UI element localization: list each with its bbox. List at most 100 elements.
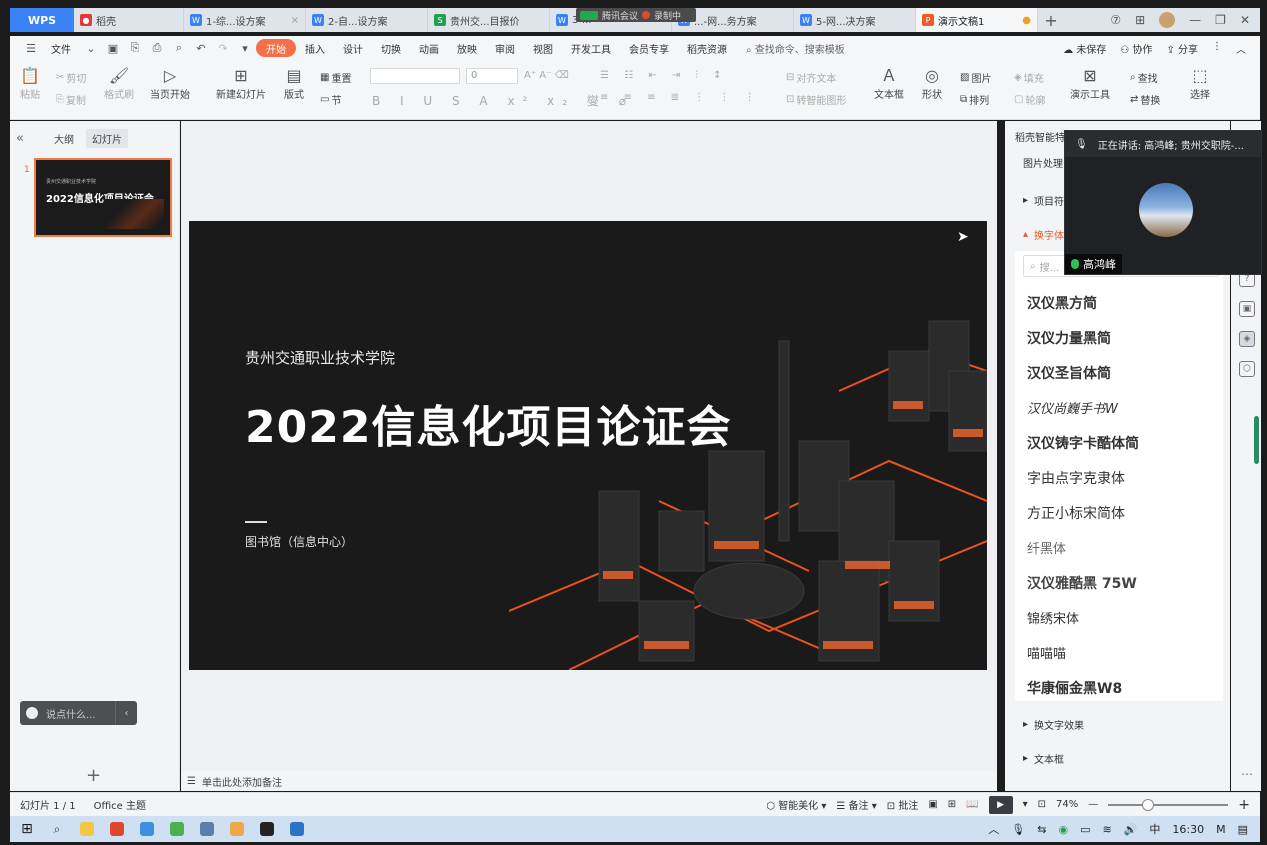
fit-window-icon[interactable]: ⊡ [1038,799,1046,810]
shape-button[interactable]: ◎ 形状 [922,66,942,101]
menu-file[interactable]: 文件 [42,39,80,57]
tab-presentation-active[interactable]: P 演示文稿1 ● [916,8,1038,32]
panel-scrollbar[interactable] [1254,416,1259,464]
menu-view[interactable]: 视图 [524,39,562,57]
font-size-select[interactable]: 0 [466,68,518,84]
collapse-ribbon-icon[interactable]: ︿ [1236,41,1246,56]
reset-button[interactable]: ▦ 重置 [320,70,351,85]
font-item[interactable]: 汉仪黑方简 [1027,293,1097,313]
network-share-icon[interactable]: ⇆ [1037,823,1046,836]
wifi-icon[interactable]: ≋ [1102,823,1111,836]
close-icon[interactable]: × [291,15,299,26]
zoom-level[interactable]: 74% [1056,799,1078,810]
font-item[interactable]: 汉仪尚巍手书W [1027,398,1118,417]
search-icon[interactable]: ⌕ [46,818,68,840]
paragraph-align-buttons[interactable]: ≡ ≡ ≡ ≣ ⋮ ⋮ ⋮ [600,92,761,103]
font-item[interactable]: 汉仪力量黑简 [1027,328,1111,348]
tab-doc-3[interactable]: S 贵州交...目报价 [428,8,550,32]
format-painter-button[interactable]: 🖌 格式刷 [104,66,134,101]
notes-bar[interactable]: ☰ 单击此处添加备注 [181,771,997,791]
hamburger-icon[interactable]: ☰ [20,39,42,57]
copy-button[interactable]: ⎘ 复制 [56,92,86,107]
menu-daoke-resources[interactable]: 稻壳资源 [678,39,736,57]
more-icon[interactable]: ⋯ [1239,766,1255,782]
textbox-button[interactable]: Ａ 文本框 [874,66,904,101]
menu-home[interactable]: 开始 [256,39,296,57]
close-window-icon[interactable]: ✕ [1240,13,1250,27]
wps-app-icon[interactable] [256,818,278,840]
blue-app-icon[interactable] [136,818,158,840]
menu-transitions[interactable]: 切换 [372,39,410,57]
cut-button[interactable]: ✂ 剪切 [56,70,86,85]
tab-daoke[interactable]: ● 稻壳 [74,8,184,32]
minimize-icon[interactable]: — [1189,13,1201,27]
add-slide-button[interactable]: + [86,765,101,786]
menu-animations[interactable]: 动画 [410,39,448,57]
section-button[interactable]: ▭ 节 [320,92,341,107]
image-tool-icon[interactable]: ▣ [1239,301,1255,317]
font-item[interactable]: 华康俪金黑W8 [1027,678,1122,698]
font-item[interactable]: 字由点字克隶体 [1027,468,1125,488]
align-text-button[interactable]: ⊟ 对齐文本 [786,70,836,85]
tab-outline[interactable]: 大纲 [54,131,74,146]
undo-icon[interactable]: ↶ [190,39,212,57]
preview-icon[interactable]: ⌕ [168,39,190,57]
new-slide-button[interactable]: ⊞ 新建幻灯片 [216,66,266,101]
save-icon[interactable]: ▣ [102,39,124,57]
slide-school-name[interactable]: 贵州交通职业技术学院 [245,347,395,368]
layout-button[interactable]: ▤ 版式 [284,66,304,101]
menu-slideshow[interactable]: 放映 [448,39,486,57]
zoom-slider-knob[interactable] [1142,798,1155,811]
tab-doc-1[interactable]: W 1-综...设方案 × [184,8,306,32]
red-app-icon[interactable] [106,818,128,840]
green-app-icon[interactable] [166,818,188,840]
screen-app-icon[interactable] [286,818,308,840]
menu-insert[interactable]: 插入 [296,39,334,57]
zoom-out-button[interactable]: — [1088,799,1098,810]
grid-icon[interactable]: ⊞ [1135,13,1145,27]
slide-title[interactable]: 2022信息化项目论证会 [245,391,731,455]
text-effect-section[interactable]: ▸ 换文字效果 [1023,717,1084,732]
chevron-down-icon[interactable]: ⌄ [80,39,102,57]
list-buttons[interactable]: ☰ ☷ ⇤ ⇥ ⫶ ↕ [600,70,727,81]
font-item[interactable]: 方正小标宋简体 [1027,503,1125,523]
zoom-slider[interactable] [1108,798,1229,811]
paste-button[interactable]: 📋 粘贴 [20,66,40,101]
theme-name[interactable]: Office 主题 [94,797,146,812]
convert-smartart-button[interactable]: ⊡ 转智能图形 [786,92,846,107]
notes-toggle-button[interactable]: ☰ 备注 ▾ [836,797,876,812]
slide-department[interactable]: 图书馆（信息中心） [245,533,353,550]
chevron-up-icon[interactable]: ︿ [988,821,999,837]
wps-home-button[interactable]: WPS [10,8,74,32]
menu-design[interactable]: 设计 [334,39,372,57]
emoji-icon[interactable] [26,707,38,719]
chevron-left-icon[interactable]: ‹ [115,701,137,725]
restore-icon[interactable]: ❐ [1215,13,1226,27]
font-item[interactable]: 纤黑体 [1027,538,1066,557]
picture-button[interactable]: ▨ 图片 [960,70,991,85]
presentation-tools-button[interactable]: ⊠ 演示工具 [1070,66,1110,101]
location-icon[interactable]: ◈ [1239,331,1255,347]
unsaved-button[interactable]: ☁ 未保存 [1063,41,1106,56]
arrange-button[interactable]: ⧉ 排列 [960,92,989,107]
collaborate-button[interactable]: ⚇ 协作 [1120,41,1152,56]
replace-font-section[interactable]: ▴ 换字体 [1023,227,1064,242]
meeting-indicator[interactable]: 腾讯会议 录制中 [576,8,696,22]
menu-review[interactable]: 审阅 [486,39,524,57]
slide-thumbnail-1[interactable]: 贵州交通职业技术学院 2022信息化项目论证会 [34,158,172,237]
font-item[interactable]: 汉仪铸字卡酷体简 [1027,433,1139,453]
font-item[interactable]: 喵喵喵 [1027,643,1066,662]
font-item[interactable]: 锦绣宋体 [1027,608,1079,627]
font-family-select[interactable] [370,68,460,84]
browser-tray-icon[interactable]: ◉ [1058,823,1068,836]
beautify-button[interactable]: ⬡ 智能美化 ▾ [766,797,826,812]
print-icon[interactable]: ⎙ [146,39,168,57]
share-button[interactable]: ⇪ 分享 [1166,41,1198,56]
outline-button[interactable]: ▢ 轮廓 [1014,92,1045,107]
reading-view-icon[interactable]: 📖 [966,799,978,810]
mic-icon[interactable]: 🎙 [1011,823,1025,836]
customize-icon[interactable]: ▾ [234,39,256,57]
font-item[interactable]: 汉仪圣旨体简 [1027,363,1111,383]
slideshow-play-button[interactable]: ▶ [988,795,1013,814]
explorer-app-icon[interactable] [76,818,98,840]
